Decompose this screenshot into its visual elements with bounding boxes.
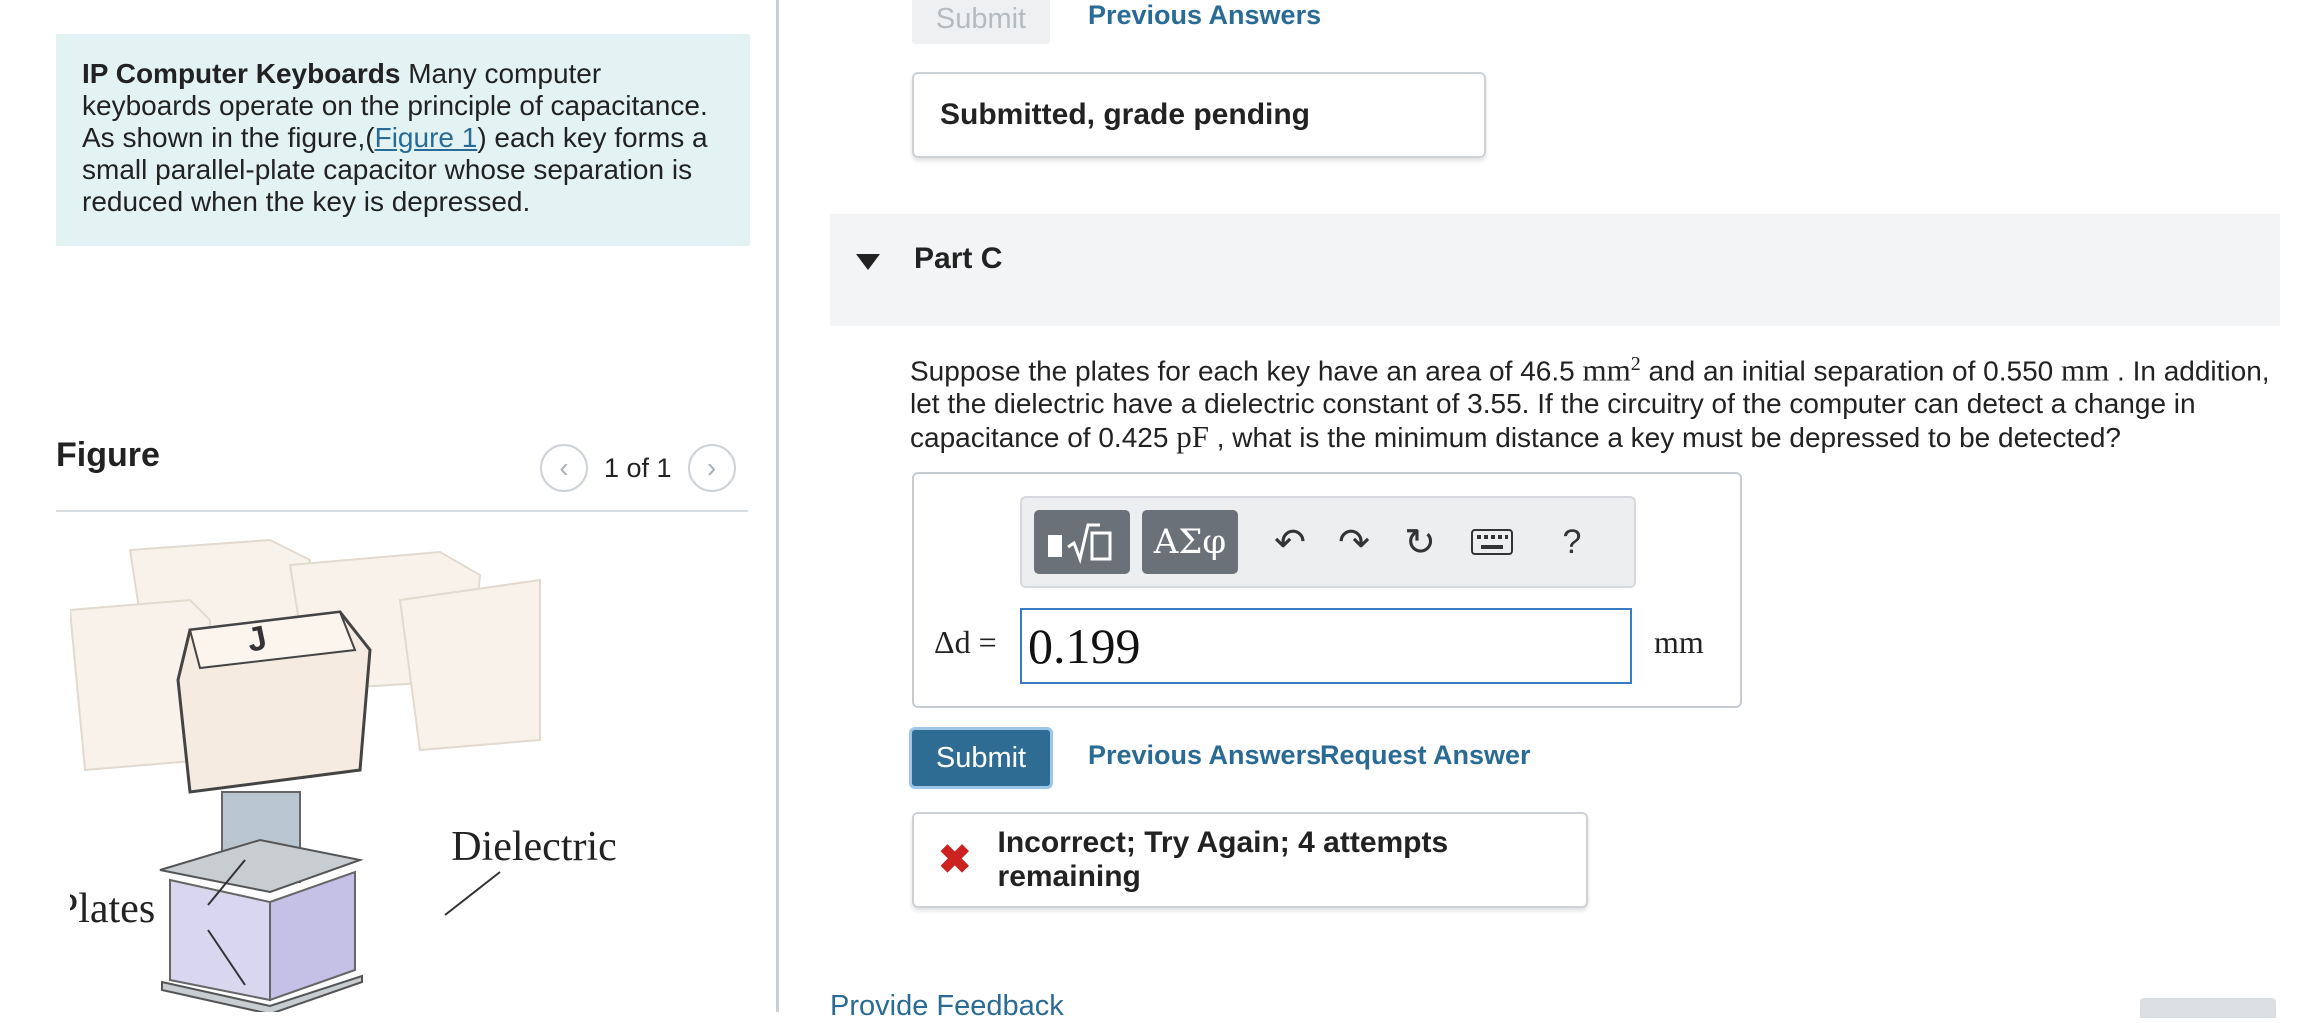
submit-button-disabled: Submit [912, 0, 1050, 44]
separation-unit: mm [2061, 352, 2110, 388]
next-button-partial[interactable] [2140, 998, 2276, 1018]
chevron-right-icon: › [706, 452, 717, 483]
figure-heading: Figure [56, 436, 160, 474]
feedback-text: Incorrect; Try Again; 4 attempts remaini… [997, 826, 1449, 893]
redo-icon[interactable]: ↷ [1324, 512, 1384, 572]
answer-unit: mm [1654, 624, 1704, 660]
problem-intro: IP Computer Keyboards Many computer keyb… [56, 34, 750, 246]
previous-answers-link[interactable]: Previous Answers [1088, 740, 1321, 771]
prev-figure-button[interactable]: ‹ [540, 444, 588, 492]
part-c-header[interactable]: Part C [830, 214, 2280, 326]
reset-icon[interactable]: ↻ [1390, 512, 1450, 572]
chevron-left-icon: ‹ [559, 452, 569, 483]
dielectric-side [269, 870, 356, 1002]
figure-pager: ‹ 1 of 1 › [540, 444, 736, 492]
problem-title: IP Computer Keyboards [82, 58, 401, 89]
provide-feedback-link[interactable]: Provide Feedback [830, 990, 1064, 1023]
dielectric-front [169, 878, 271, 1002]
capacitance-unit: pF [1176, 419, 1209, 455]
answer-input[interactable]: 0.199 [1020, 608, 1632, 684]
next-figure-button[interactable]: › [687, 444, 736, 492]
question-text: Suppose the plates for each key have an … [910, 352, 2270, 455]
templates-button[interactable] [1034, 510, 1130, 574]
request-answer-link[interactable]: Request Answer [1320, 740, 1531, 771]
keyboard-figure: J Dielectric Plates [70, 538, 617, 1012]
divider [56, 510, 748, 512]
keyboard-icon[interactable] [1462, 512, 1522, 572]
previous-answers-link-b[interactable]: Previous Answers [1088, 0, 1321, 31]
variable-label: Δd = [934, 624, 997, 660]
answer-box: ΑΣφ ↶ ↷ ↻ ? Δd = 0.199 mm [912, 472, 1742, 708]
greek-symbols-button[interactable]: ΑΣφ [1142, 510, 1238, 574]
undo-icon[interactable]: ↶ [1260, 512, 1320, 572]
help-button[interactable]: ? [1542, 512, 1602, 572]
figure-page-count: 1 of 1 [604, 452, 672, 483]
radical-template-icon [1048, 523, 1112, 565]
label-plates: Plates [70, 886, 155, 932]
area-unit: mm [1582, 352, 1631, 388]
grade-status: Submitted, grade pending [912, 72, 1486, 158]
collapse-triangle-icon [856, 254, 880, 270]
part-c-label: Part C [914, 242, 1003, 275]
keycap: J [176, 610, 372, 794]
problem-panel: IP Computer Keyboards Many computer keyb… [0, 0, 779, 1012]
error-x-icon: ✖ [938, 838, 972, 882]
label-dielectric: Dielectric [451, 824, 617, 870]
figure-link[interactable]: Figure 1 [375, 122, 478, 153]
math-toolbar: ΑΣφ ↶ ↷ ↻ ? [1020, 496, 1636, 588]
feedback-message: ✖ Incorrect; Try Again; 4 attempts remai… [912, 812, 1588, 908]
submit-button[interactable]: Submit [912, 730, 1050, 786]
